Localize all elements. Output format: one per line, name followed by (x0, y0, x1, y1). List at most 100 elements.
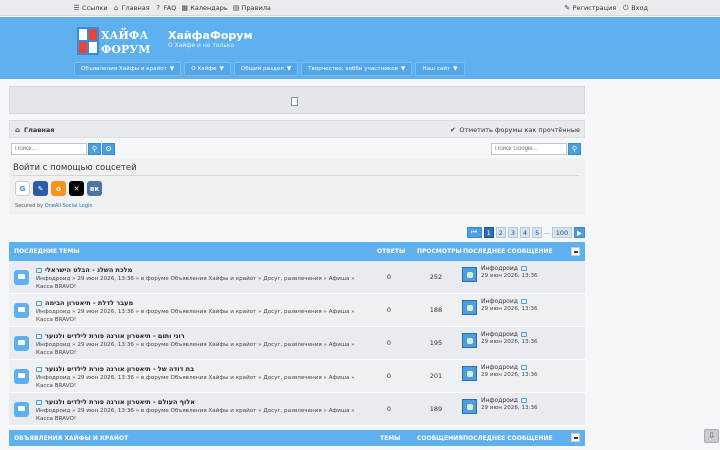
goto-post-icon[interactable] (520, 365, 527, 370)
page-1[interactable]: 1 (483, 227, 494, 238)
topic-last-post: Инфодроид 29 июн 2026, 13:36 (462, 331, 580, 357)
nav-our-site[interactable]: Наш сайт ▼ (415, 62, 465, 76)
advanced-search-button[interactable]: ⚙ (102, 143, 115, 155)
last-post-user[interactable]: Инфодроид (481, 265, 527, 272)
topic-title-link[interactable]: אלוף העולם - תיאטרון אורנה פורת לילדים ו… (36, 398, 195, 406)
register-link[interactable]: ✎ Регистрация (564, 3, 616, 12)
topic-title-link[interactable]: רוני ותום - תיאטרון אורנה פורת לילדים ול… (36, 332, 185, 340)
scroll-to-bottom-button[interactable]: ⇩ (704, 429, 719, 443)
new-post-icon (36, 333, 42, 339)
search-input[interactable] (11, 143, 87, 155)
topic-views: 189 (429, 405, 443, 413)
posts-col-header: СООБЩЕНИЯ (417, 435, 463, 442)
main-nav: Объявления Хайфы и крайот ▼ О Хайфе ▼ Общи… (74, 62, 465, 76)
livejournal-login-icon[interactable]: ✎ (33, 181, 48, 196)
new-post-icon (36, 366, 42, 372)
next-page-button[interactable]: ▶ (574, 227, 585, 238)
last-post-col-header: ПОСЛЕДНЕЕ СООБЩЕНИЕ (463, 435, 553, 442)
topic-row: רוני ותום - תיאטרון אורנה פורת לילדים ול… (9, 327, 585, 360)
page-last[interactable]: 100 (552, 227, 572, 238)
goto-post-icon[interactable] (520, 299, 527, 304)
forum-section-title[interactable]: ОБЪЯВЛЕНИЯ ХАЙФЫ И КРАЙОТ (14, 435, 128, 442)
collapse-button[interactable] (571, 433, 580, 442)
faq-link[interactable]: ? FAQ (155, 4, 176, 12)
topic-icon (14, 402, 29, 417)
edit-icon: ✎ (564, 3, 571, 12)
chevron-down-icon: ▼ (219, 66, 224, 72)
chevron-down-icon: ▼ (169, 66, 175, 72)
site-title[interactable]: ХайфаФорум (168, 29, 252, 42)
breadcrumb-home[interactable]: ⌂ Главная (14, 126, 54, 134)
links-menu[interactable]: ☰ Ссылки (73, 4, 107, 12)
top-bar: ☰ Ссылки ⌂ Главная ? FAQ ▦ Календарь ▤ Правил… (0, 0, 720, 16)
nav-ads[interactable]: Объявления Хайфы и крайот ▼ (74, 62, 182, 76)
nav-creativity[interactable]: Творчество, хобби участников ▼ (301, 62, 413, 76)
page-5[interactable]: 5 (532, 227, 543, 238)
document-icon (291, 97, 298, 106)
book-icon: ▤ (232, 3, 240, 12)
search-button[interactable]: ⚲ (88, 143, 101, 155)
page-4[interactable]: 4 (519, 227, 531, 238)
google-search-button[interactable]: ⚲ (568, 143, 581, 155)
topic-replies: 0 (386, 372, 392, 380)
topic-icon (14, 336, 29, 351)
secured-by-note: Secured by OneAll Social Login (15, 203, 93, 209)
page-2[interactable]: 2 (495, 227, 506, 238)
topic-views: 195 (429, 339, 443, 347)
site-logo[interactable]: ХАЙФА ФОРУМ (77, 27, 161, 55)
collapse-button[interactable] (571, 247, 580, 256)
google-search-input[interactable] (491, 143, 567, 155)
gear-icon: ⚙ (105, 145, 112, 153)
topic-title-link[interactable]: מלכת השלג - הבלט הישראלי (36, 266, 132, 274)
page-ellipsis: ... (544, 229, 550, 236)
topic-title-link[interactable]: מעבר לדלת - תיאטרון הבימה (36, 299, 133, 307)
mark-read-link[interactable]: ✔ Отметить форумы как прочтённые (449, 126, 580, 134)
chevron-down-icon: ▼ (401, 66, 406, 72)
topic-row: אלוף העולם - תיאטרון אורנה פורת לילדים ו… (9, 393, 585, 426)
goto-post-icon[interactable] (520, 332, 527, 337)
svg-text:ХАЙФА: ХАЙФА (101, 27, 148, 42)
avatar[interactable] (462, 300, 477, 315)
goto-post-icon[interactable] (520, 398, 527, 403)
last-post-user[interactable]: Инфодроид (481, 397, 527, 404)
topic-title-link[interactable]: בת דודה של - תיאטרון אורנה פורת לילדים ו… (36, 365, 194, 373)
new-post-icon (36, 300, 42, 306)
rules-link[interactable]: ▤ Правила (233, 4, 271, 12)
pagination: ⏮ 1 2 3 4 5 ... 100 ▶ (466, 227, 585, 238)
home-icon: ⌂ (14, 125, 20, 134)
odnoklassniki-login-icon[interactable]: о (51, 181, 66, 196)
power-icon: ⏻ (622, 3, 629, 12)
latest-topics: ПОСЛЕДНИЕ ТЕМЫ ОТВЕТЫ ПРОСМОТРЫ ПОСЛЕДНЕ… (9, 242, 585, 426)
last-post-date: 29 июн 2026, 13:36 (481, 372, 538, 378)
last-post-user[interactable]: Инфодроид (481, 298, 527, 305)
chevron-right-icon: ▶ (577, 228, 582, 237)
site-subtitle: О Хайфе и не только (168, 42, 235, 49)
last-post-header: ПОСЛЕДНЕЕ СООБЩЕНИЕ (463, 248, 553, 255)
x-login-icon[interactable]: ✕ (69, 181, 84, 196)
avatar[interactable] (462, 399, 477, 414)
last-post-user[interactable]: Инфодроид (481, 331, 527, 338)
page-3[interactable]: 3 (507, 227, 518, 238)
last-post-date: 29 июн 2026, 13:36 (481, 273, 538, 279)
avatar[interactable] (462, 366, 477, 381)
nav-general[interactable]: Общий раздел ▼ (233, 62, 299, 76)
topic-last-post: Инфодроид 29 июн 2026, 13:36 (462, 364, 580, 390)
oneall-link[interactable]: OneAll Social Login (45, 203, 93, 209)
calendar-link[interactable]: ▦ Календарь (181, 4, 227, 12)
home-link[interactable]: ⌂ Главная (113, 4, 150, 12)
replies-header: ОТВЕТЫ (377, 248, 406, 255)
avatar[interactable] (462, 267, 477, 282)
last-post-user[interactable]: Инфодроид (481, 364, 527, 371)
avatar[interactable] (462, 333, 477, 348)
first-page-icon: ⏮ (471, 228, 477, 236)
new-post-icon (36, 267, 42, 273)
goto-post-icon[interactable] (520, 266, 527, 271)
nav-about-haifa[interactable]: О Хайфе ▼ (184, 62, 231, 76)
first-page-button[interactable]: ⏮ (466, 227, 482, 238)
vk-login-icon[interactable]: вк (87, 181, 102, 196)
google-login-icon[interactable]: G (15, 181, 30, 196)
divider (13, 175, 579, 176)
login-link[interactable]: ⏻ Вход (622, 4, 648, 12)
last-post-date: 29 июн 2026, 13:36 (481, 339, 538, 345)
topic-meta: Инфодроид » 29 июн 2026, 13:36 » в форум… (36, 375, 355, 389)
